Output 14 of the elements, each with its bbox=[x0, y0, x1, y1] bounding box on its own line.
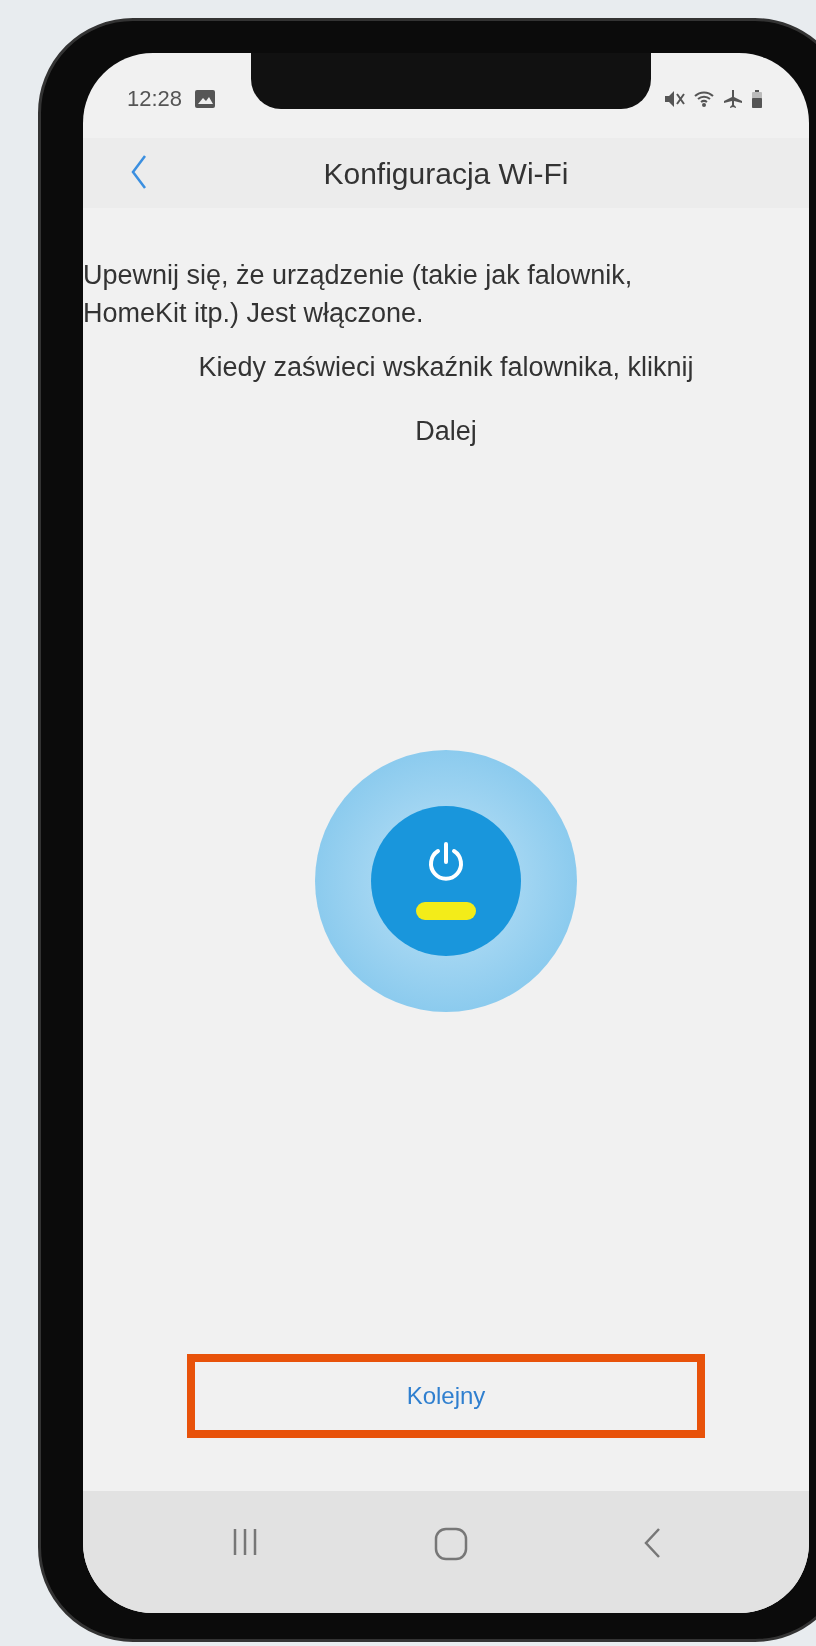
instruction-text: Upewnij się, że urządzenie (takie jak falownik, HomeKit itp.) Jest włączone. bbox=[83, 259, 634, 330]
back-icon bbox=[130, 154, 148, 190]
power-icon bbox=[426, 842, 466, 884]
status-time: 12:28 bbox=[127, 85, 183, 113]
battery-icon bbox=[751, 88, 763, 109]
airplane-icon bbox=[723, 88, 743, 109]
back-nav-icon[interactable] bbox=[642, 1527, 662, 1559]
image-icon bbox=[194, 88, 217, 109]
instruction-text: Kiedy zaświeci wskaźnik falownika, kliknij bbox=[197, 351, 695, 384]
instruction-text: Dalej bbox=[414, 415, 478, 448]
home-icon[interactable] bbox=[434, 1527, 468, 1561]
wifi-icon bbox=[693, 88, 715, 109]
screen-title: Konfiguracja Wi-Fi bbox=[323, 155, 569, 192]
mute-icon bbox=[665, 90, 685, 107]
